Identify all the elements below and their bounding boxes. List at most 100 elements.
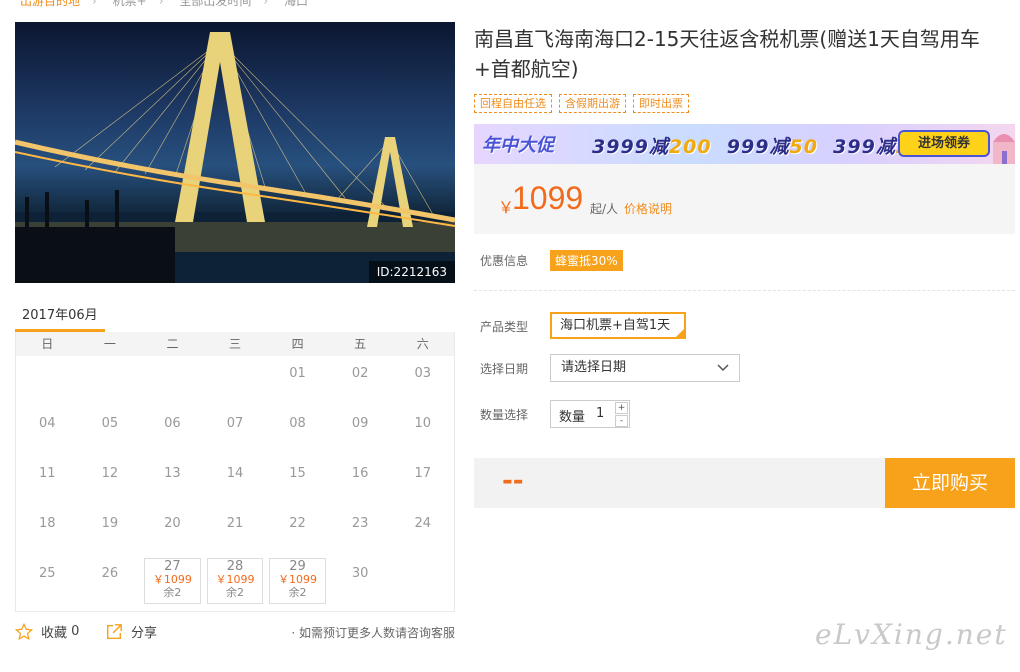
calendar-day: 20: [164, 516, 181, 531]
calendar-day: 04: [39, 416, 56, 431]
deal-text: 999减: [726, 136, 790, 158]
purchase-bar: -- 立即购买: [474, 458, 1015, 508]
decrement-button[interactable]: -: [615, 415, 628, 427]
quantity-value[interactable]: 1: [596, 406, 604, 421]
date-select[interactable]: 请选择日期: [550, 354, 740, 382]
calendar-day: 16: [351, 466, 369, 481]
day-number: 28: [226, 559, 244, 574]
get-coupon-button[interactable]: 进场领券: [898, 130, 990, 157]
calendar-day: 13: [164, 466, 181, 481]
discount-badge: 蜂蜜抵30%: [550, 250, 623, 271]
calendar-month-bar: 2017年06月: [15, 299, 455, 332]
calendar-day: 25: [39, 566, 56, 581]
favorite-button[interactable]: 收藏 0: [15, 622, 79, 641]
selected-corner-icon: [676, 329, 684, 337]
promo-title: 年中大促: [482, 135, 554, 156]
chevron-down-icon: [717, 364, 729, 372]
price-amount: 1099: [512, 180, 584, 216]
calendar-day[interactable]: 27 ￥1099 余2: [144, 558, 201, 604]
deal-amount: 200: [668, 136, 712, 158]
calendar-day: 30: [351, 566, 369, 581]
weekday-label: 六: [416, 337, 429, 351]
calendar-day: 26: [101, 566, 119, 581]
day-price: ￥1099: [215, 573, 255, 586]
calendar-day: 06: [164, 416, 181, 431]
product-tags: 回程自由任选 含假期出游 即时出票: [474, 94, 689, 113]
deal-text: 3999减: [592, 136, 669, 158]
share-icon: [106, 623, 122, 639]
calendar-grid: 01 02 03 04 05 06 07 08 09 10 11 12 13 14 15 16 17 18 19 20…: [16, 356, 454, 606]
calendar-day: [141, 356, 204, 406]
increment-button[interactable]: +: [615, 402, 628, 414]
calendar-day: 12: [101, 466, 119, 481]
product-tag: 回程自由任选: [474, 94, 552, 113]
breadcrumb-item[interactable]: 全部出发时间: [179, 0, 251, 8]
divider: [474, 290, 1015, 291]
day-remaining: 余2: [163, 586, 182, 599]
price-explanation-link[interactable]: 价格说明: [624, 200, 672, 217]
image-id-label: ID:2212163: [368, 261, 455, 283]
product-tag: 即时出票: [633, 94, 689, 113]
promo-banner[interactable]: 年中大促 3999减200 999减50 399减20 进场领券: [474, 124, 1015, 164]
promo-deals: 3999减200 999减50 399减20: [592, 132, 924, 159]
breadcrumb-item[interactable]: 机票+: [113, 0, 147, 8]
product-photo: ID:2212163: [15, 22, 455, 283]
date-label: 选择日期: [480, 362, 529, 376]
breadcrumb: 出游目的地 › 机票+ › 全部出发时间 › 海口: [20, 0, 308, 9]
day-number: 29: [289, 559, 306, 574]
calendar-day: 17: [414, 466, 431, 481]
quantity-stepper[interactable]: 数量 1 + -: [550, 400, 630, 428]
product-title: 南昌直飞海南海口2-15天往返含税机票(赠送1天自驾用车+首都航空): [474, 27, 980, 81]
breadcrumb-item[interactable]: 海口: [284, 0, 308, 8]
watermark: eLvXing.net: [815, 618, 1008, 651]
deal-text: 399减: [833, 136, 896, 158]
day-number: 27: [164, 559, 181, 574]
price-unit: 起/人: [590, 202, 619, 216]
calendar-day: 08: [289, 416, 306, 431]
calendar-weekday-header: 日 一 二 三 四 五 六: [16, 332, 454, 356]
action-bar: 收藏 0 分享 · 如需预订更多人数请咨询客服: [15, 622, 455, 644]
calendar-month-tab[interactable]: 2017年06月: [15, 299, 105, 332]
breadcrumb-item[interactable]: 出游目的地: [20, 0, 80, 8]
calendar-day: 01: [289, 366, 306, 381]
calendar-day: 22: [289, 516, 306, 531]
weekday-label: 四: [291, 337, 304, 351]
favorite-count: 0: [71, 624, 80, 639]
weekday-label: 五: [354, 337, 367, 351]
total-price-placeholder: --: [502, 466, 524, 496]
calendar-day: [79, 356, 142, 406]
quantity-label: 数量选择: [480, 408, 529, 422]
weekday-label: 二: [166, 337, 179, 351]
calendar-day: 07: [226, 416, 244, 431]
product-tag: 含假期出游: [559, 94, 626, 113]
day-price: ￥1099: [278, 573, 318, 586]
calendar-day: 14: [226, 466, 244, 481]
discount-label: 优惠信息: [480, 254, 529, 268]
calendar-day: 05: [101, 416, 119, 431]
product-type-value: 海口机票+自驾1天: [560, 318, 671, 333]
calendar-day: 21: [226, 516, 244, 531]
product-type-option[interactable]: 海口机票+自驾1天: [550, 312, 686, 339]
calendar-day: 10: [414, 416, 431, 431]
product-type-label: 产品类型: [480, 320, 529, 334]
calendar-day: 02: [351, 366, 369, 381]
calendar-day[interactable]: 28 ￥1099 余2: [206, 558, 264, 604]
share-button[interactable]: 分享: [105, 622, 157, 641]
calendar-day: 09: [351, 416, 369, 431]
deal-amount: 50: [789, 136, 818, 158]
bridge-illustration: [15, 32, 455, 283]
calendar-day: 23: [351, 516, 369, 531]
calendar-day: 24: [414, 516, 431, 531]
date-select-value: 请选择日期: [561, 360, 627, 375]
quantity-inner-label: 数量: [559, 410, 586, 425]
favorite-label: 收藏: [41, 626, 68, 641]
calendar-day[interactable]: 29 ￥1099 余2: [269, 558, 326, 604]
calendar-day: 18: [39, 516, 56, 531]
day-remaining: 余2: [225, 586, 244, 599]
calendar-day: [391, 556, 454, 606]
calendar-day: [204, 356, 267, 406]
calendar-day: 03: [414, 366, 431, 381]
price-calendar: 日 一 二 三 四 五 六 01 02 03 04 05 06 07 08 09 10 11 12 13…: [15, 332, 455, 612]
buy-now-button[interactable]: 立即购买: [885, 458, 1015, 508]
booking-note: · 如需预订更多人数请咨询客服: [291, 626, 455, 640]
